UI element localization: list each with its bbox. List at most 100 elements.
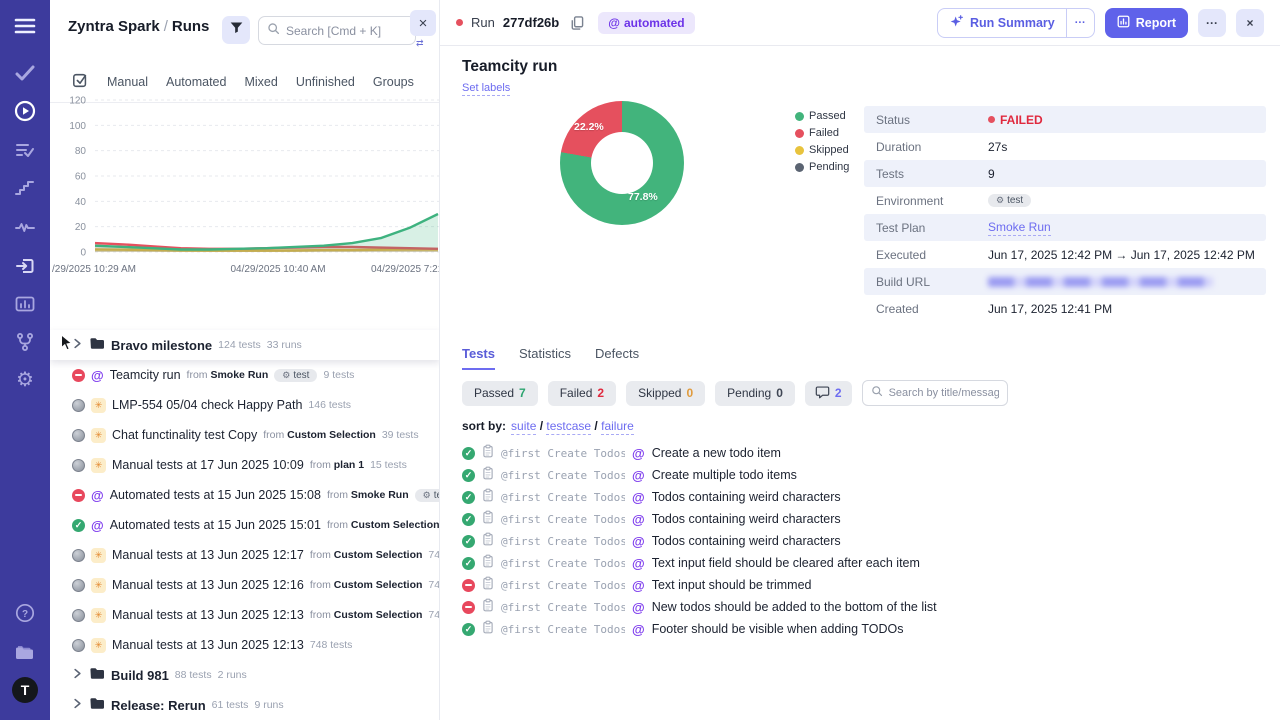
unfinished-icon (72, 428, 85, 442)
test-row[interactable]: @first Create Todos... @ Todos containing … (462, 508, 937, 530)
run-row[interactable]: ✳ LMP-554 05/04 check Happy Path 146 tests (50, 390, 439, 420)
build-url-masked[interactable] (988, 276, 1213, 287)
runs-search-input[interactable] (286, 23, 407, 38)
test-plan-link[interactable]: Smoke Run (988, 220, 1051, 236)
tab-statistics[interactable]: Statistics (519, 346, 571, 370)
unfinished-icon (72, 578, 85, 592)
environment-badge: ⚙test (274, 368, 318, 382)
run-row[interactable]: ✳ Chat functinality test Copy from Custom … (50, 420, 439, 450)
test-row[interactable]: @first Create Todos... @ New todos should … (462, 596, 937, 618)
clipboard-icon (482, 488, 494, 507)
settings-icon[interactable]: ⚙ (0, 366, 50, 394)
test-title: Create multiple todo items (651, 468, 797, 482)
close-run-button[interactable]: × (1236, 8, 1264, 37)
tab-defects[interactable]: Defects (595, 346, 639, 370)
folder-row[interactable]: Build 981 88 tests 2 runs (50, 660, 439, 690)
test-row[interactable]: @first Create Todos... @ Footer should be … (462, 618, 937, 640)
detail-label: Status (876, 112, 911, 127)
environment-badge[interactable]: ⚙ test (988, 194, 1032, 207)
chevron-right-icon[interactable] (72, 666, 83, 684)
projects-icon[interactable] (0, 638, 50, 666)
detail-tabs: Tests Statistics Defects (462, 346, 639, 370)
runs-icon[interactable] (0, 97, 50, 125)
sort-by-testcase[interactable]: testcase (546, 419, 592, 435)
folder-name: Bravo milestone (111, 337, 213, 353)
failed-filter-chip[interactable]: Failed 2 (547, 380, 617, 406)
runs-search[interactable] (258, 16, 416, 45)
menu-icon[interactable] (0, 12, 50, 40)
user-avatar[interactable]: T (0, 676, 50, 704)
folder-name: Build 981 (111, 667, 169, 683)
more-actions-button[interactable]: ··· (1198, 8, 1226, 37)
test-plans-icon[interactable] (0, 136, 50, 164)
run-row[interactable]: ✳ Manual tests at 13 Jun 2025 12:13 748 te… (50, 630, 439, 660)
run-label: Run (471, 15, 495, 30)
runs-panel: Zyntra Spark/Runs × ⇄ Manual Automated Mix… (50, 0, 440, 720)
run-row[interactable]: ✳ Manual tests at 17 Jun 2025 10:09 from p… (50, 450, 439, 480)
branches-icon[interactable] (0, 328, 50, 356)
svg-text:04/29/2025 10:40 AM: 04/29/2025 10:40 AM (230, 264, 325, 275)
svg-text:100: 100 (69, 121, 86, 132)
run-row[interactable]: @ Automated tests at 15 Jun 2025 15:08 fro… (50, 480, 439, 510)
tests-search-input[interactable] (888, 387, 999, 399)
sort-by-failure[interactable]: failure (601, 419, 634, 435)
test-row[interactable]: @first Create Todos... @ Text input field … (462, 552, 937, 574)
milestones-icon[interactable] (0, 174, 50, 202)
folder-icon (89, 666, 105, 685)
manual-run-icon: ✳ (91, 397, 106, 413)
filter-button[interactable] (222, 16, 250, 44)
run-filter-tab-manual[interactable]: Manual (107, 75, 148, 89)
environment-badge: ⚙test (414, 488, 439, 502)
chevron-right-icon[interactable] (72, 696, 83, 714)
suite-name: @first Create Todos... (501, 556, 625, 570)
run-filter-tab-groups[interactable]: Groups (373, 75, 414, 89)
set-labels-link[interactable]: Set labels (462, 82, 511, 96)
run-filter-tab-unfinished[interactable]: Unfinished (296, 75, 355, 89)
folder-tests-count: 124 tests (218, 339, 261, 351)
suite-name: @first Create Todos... (501, 490, 625, 504)
copy-run-id-button[interactable] (569, 15, 584, 31)
test-row[interactable]: @first Create Todos... @ Create a new todo… (462, 442, 937, 464)
detail-value: 9 (988, 166, 995, 181)
run-row[interactable]: ✳ Manual tests at 13 Jun 2025 12:13 from C… (50, 600, 439, 630)
passed-icon (462, 622, 475, 636)
run-filter-tab-automated[interactable]: Automated (166, 75, 226, 89)
skipped-filter-chip[interactable]: Skipped 0 (626, 380, 706, 406)
breadcrumb-project[interactable]: Zyntra Spark (68, 18, 160, 35)
run-summary-button[interactable]: Run Summary (938, 9, 1066, 37)
tests-search[interactable] (861, 380, 1008, 406)
suite-name: @first Create Todos... (501, 468, 625, 482)
folder-row[interactable]: Release: Rerun 61 tests 9 runs (50, 690, 439, 720)
svg-text:80: 80 (75, 146, 87, 157)
folder-row[interactable]: Bravo milestone 124 tests 33 runs (50, 330, 439, 360)
chevron-right-icon[interactable] (72, 336, 83, 354)
run-row[interactable]: @ Teamcity run from Smoke Run ⚙ test 9 tests (50, 360, 439, 390)
automated-icon: @ (632, 533, 645, 549)
run-source: from Smoke Run (326, 489, 409, 501)
test-row[interactable]: @first Create Todos... @ Todos containing … (462, 486, 937, 508)
report-button[interactable]: Report (1104, 7, 1188, 38)
test-row[interactable]: @first Create Todos... @ Text input should… (462, 574, 937, 596)
tab-tests[interactable]: Tests (462, 346, 495, 370)
run-row[interactable]: @ Automated tests at 15 Jun 2025 15:01 fro… (50, 510, 439, 540)
clipboard-icon (482, 510, 494, 529)
run-summary-more-button[interactable]: ··· (1065, 8, 1094, 37)
run-filter-tab-mixed[interactable]: Mixed (244, 75, 277, 89)
test-row[interactable]: @first Create Todos... @ Todos containing … (462, 530, 937, 552)
run-row[interactable]: ✳ Manual tests at 13 Jun 2025 12:16 from C… (50, 570, 439, 600)
tests-icon[interactable] (0, 59, 50, 87)
test-row[interactable]: @first Create Todos... @ Create multiple t… (462, 464, 937, 486)
automated-badge[interactable]: @ automated (598, 11, 695, 34)
sort-by-suite[interactable]: suite (511, 419, 537, 435)
run-row[interactable]: ✳ Manual tests at 13 Jun 2025 12:17 from C… (50, 540, 439, 570)
pending-filter-chip[interactable]: Pending 0 (715, 380, 795, 406)
help-icon[interactable]: ? (0, 599, 50, 627)
reports-icon[interactable] (0, 290, 50, 318)
comments-filter-chip[interactable]: 2 (804, 380, 852, 406)
analytics-icon[interactable] (0, 213, 50, 241)
select-all-icon[interactable] (72, 72, 89, 92)
passed-filter-chip[interactable]: Passed 7 (462, 380, 538, 406)
import-icon[interactable] (0, 252, 50, 280)
app-sidebar: ⚙ ? T (0, 0, 50, 720)
panel-close-button[interactable]: × (410, 10, 436, 36)
